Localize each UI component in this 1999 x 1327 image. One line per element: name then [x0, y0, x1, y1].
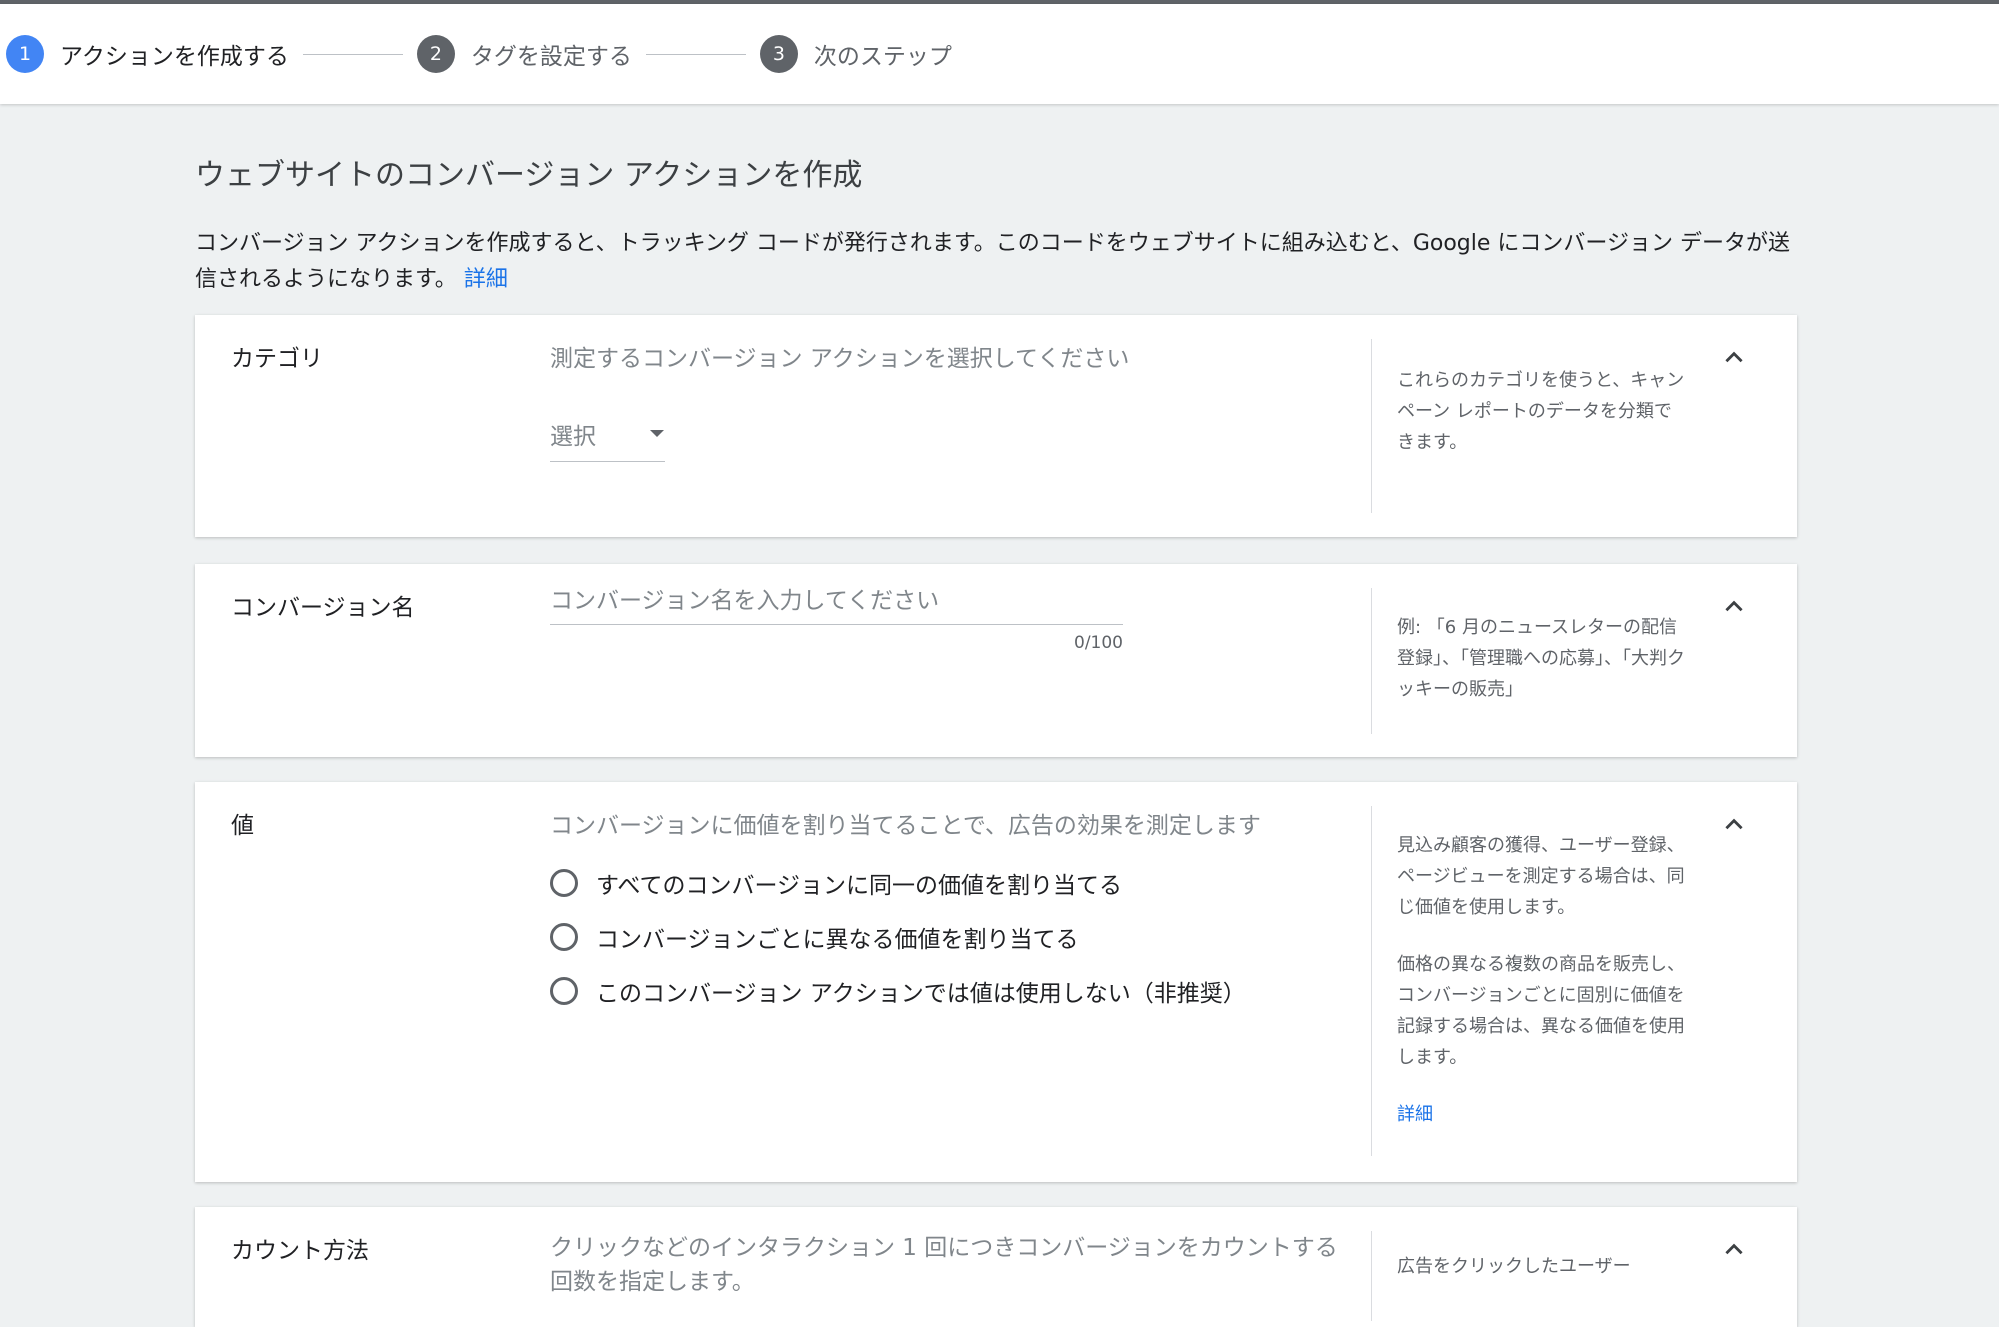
step-3-number: 3 — [759, 35, 798, 73]
radio-button[interactable] — [550, 869, 578, 897]
value-option-label: このコンバージョン アクションでは値は使用しない（非推奨） — [596, 981, 1246, 1007]
card-divider — [1371, 806, 1372, 1156]
card-divider — [1371, 588, 1372, 734]
count-label: カウント方法 — [231, 1238, 369, 1264]
step-1-label: アクションを作成する — [60, 44, 289, 70]
category-label: カテゴリ — [231, 346, 323, 372]
category-select[interactable]: 選択 — [550, 417, 665, 462]
value-help-1: 見込み顧客の獲得、ユーザー登録、ページビューを測定する場合は、同じ価値を使用しま… — [1397, 835, 1685, 918]
step-connector — [645, 53, 746, 55]
learn-more-link[interactable]: 詳細 — [464, 267, 508, 292]
radio-button[interactable] — [550, 923, 578, 951]
page-description: コンバージョン アクションを作成すると、トラッキング コードが発行されます。この… — [195, 226, 1795, 298]
category-help: これらのカテゴリを使うと、キャンペーン レポートのデータを分類できます。 — [1397, 370, 1685, 453]
value-option-label: コンバージョンごとに異なる価値を割り当てる — [596, 927, 1079, 953]
step-3-label: 次のステップ — [813, 44, 952, 70]
step-2[interactable]: 2 タグを設定する — [416, 35, 632, 73]
chevron-up-icon[interactable] — [1721, 594, 1747, 620]
step-2-label: タグを設定する — [470, 44, 632, 70]
count-help: 広告をクリックしたユーザー — [1397, 1256, 1631, 1277]
value-learn-more-link[interactable]: 詳細 — [1397, 1104, 1433, 1125]
dropdown-arrow-icon — [650, 430, 664, 437]
value-help-2: 価格の異なる複数の商品を販売し、コンバージョンごとに固別に価値を記録する場合は、… — [1397, 954, 1685, 1068]
conversion-name-label: コンバージョン名 — [231, 595, 415, 621]
page-title: ウェブサイトのコンバージョン アクションを作成 — [195, 158, 863, 193]
conversion-name-card: コンバージョン名 0/100 例: 「6 月のニュースレターの配信登録」、「管理… — [195, 564, 1797, 757]
chevron-up-icon[interactable] — [1721, 1237, 1747, 1263]
step-1[interactable]: 1 アクションを作成する — [6, 35, 289, 73]
value-help: 見込み顧客の獲得、ユーザー登録、ページビューを測定する場合は、同じ価値を使用しま… — [1397, 830, 1687, 1130]
count-card: カウント方法 クリックなどのインタラクション 1 回につきコンバージョンをカウン… — [195, 1207, 1797, 1327]
count-prompt: クリックなどのインタラクション 1 回につきコンバージョンをカウントする回数を指… — [550, 1235, 1338, 1295]
category-card: カテゴリ 測定するコンバージョン アクションを選択してください 選択 これらのカ… — [195, 315, 1797, 537]
chevron-up-icon[interactable] — [1721, 812, 1747, 838]
stepper: 1 アクションを作成する 2 タグを設定する 3 次のステップ — [0, 4, 1999, 104]
step-connector — [302, 53, 403, 55]
card-divider — [1371, 339, 1372, 513]
main-content: ウェブサイトのコンバージョン アクションを作成 コンバージョン アクションを作成… — [195, 150, 1797, 1327]
category-select-value: 選択 — [550, 424, 596, 450]
card-divider — [1371, 1231, 1372, 1321]
conversion-name-input[interactable] — [550, 588, 1123, 625]
radio-button[interactable] — [550, 977, 578, 1005]
step-3[interactable]: 3 次のステップ — [759, 35, 952, 73]
step-1-number: 1 — [6, 35, 44, 73]
character-counter: 0/100 — [1074, 633, 1123, 653]
value-label: 値 — [231, 813, 254, 839]
page-description-text: コンバージョン アクションを作成すると、トラッキング コードが発行されます。この… — [195, 231, 1790, 292]
chevron-up-icon[interactable] — [1721, 345, 1747, 371]
conversion-name-help: 例: 「6 月のニュースレターの配信登録」、「管理職への応募」、「大判クッキーの… — [1397, 617, 1685, 700]
count-main: クリックなどのインタラクション 1 回につきコンバージョンをカウントする回数を指… — [550, 1231, 1350, 1299]
value-card: 値 コンバージョンに価値を割り当てることで、広告の効果を測定します すべてのコン… — [195, 782, 1797, 1182]
step-2-number: 2 — [416, 35, 455, 73]
value-option-label: すべてのコンバージョンに同一の価値を割り当てる — [596, 873, 1123, 899]
